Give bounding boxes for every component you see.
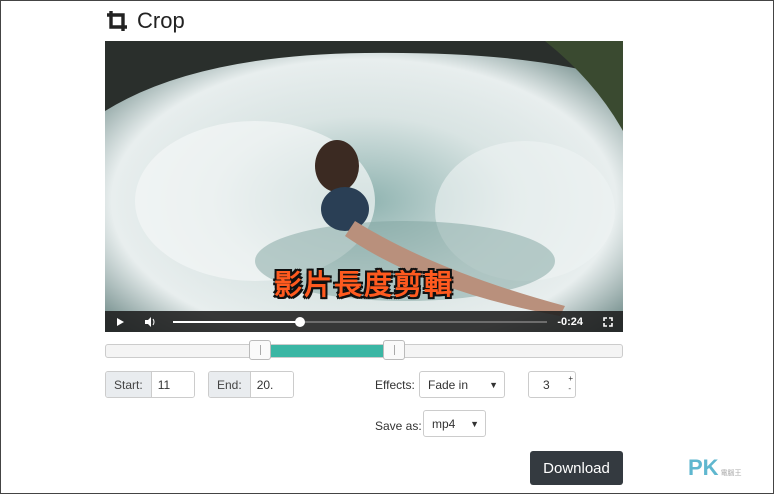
stepper-icon[interactable]: + - (568, 374, 573, 394)
effect-duration-input[interactable]: 3 + - (528, 371, 576, 398)
trim-start-handle[interactable] (248, 340, 271, 360)
video-player[interactable]: 影片長度剪輯 -0:24 (105, 41, 623, 332)
effects-select[interactable]: Fade in ▼ (419, 371, 505, 398)
video-controls: -0:24 (105, 311, 623, 332)
page-header: Crop (105, 8, 185, 34)
save-as-label: Save as: (375, 419, 422, 433)
effect-duration-value: 3 (543, 377, 550, 392)
format-select[interactable]: mp4 ▼ (423, 410, 486, 437)
trim-range-slider[interactable] (105, 340, 623, 360)
download-button[interactable]: Download (530, 451, 623, 485)
video-progress-fill (173, 320, 301, 323)
play-icon[interactable] (105, 311, 135, 332)
trim-selected-range (260, 345, 395, 357)
video-subtitle: 影片長度剪輯 (273, 269, 454, 300)
video-progress-bar[interactable] (173, 316, 548, 327)
dropdown-arrow-icon: ▼ (470, 419, 479, 429)
volume-icon[interactable] (135, 311, 165, 332)
end-field: End: (208, 371, 294, 398)
effects-label: Effects: (375, 378, 415, 392)
end-label: End: (209, 372, 251, 397)
video-progress-knob[interactable] (295, 316, 306, 327)
watermark-small: 電腦王 (720, 470, 742, 477)
format-selected: mp4 (432, 416, 456, 431)
video-time-remaining: -0:24 (557, 315, 583, 328)
dropdown-arrow-icon: ▼ (489, 380, 498, 390)
start-input[interactable] (151, 372, 194, 397)
start-label: Start: (106, 372, 152, 397)
end-input[interactable] (250, 372, 293, 397)
trim-end-handle[interactable] (382, 340, 405, 360)
start-field: Start: (105, 371, 195, 398)
crop-icon (105, 9, 129, 33)
watermark-text: PK (688, 455, 719, 480)
page-title: Crop (137, 8, 185, 33)
effects-selected: Fade in (428, 377, 469, 392)
watermark-logo: PK 電腦王 (688, 455, 742, 481)
fullscreen-icon[interactable] (593, 311, 623, 332)
